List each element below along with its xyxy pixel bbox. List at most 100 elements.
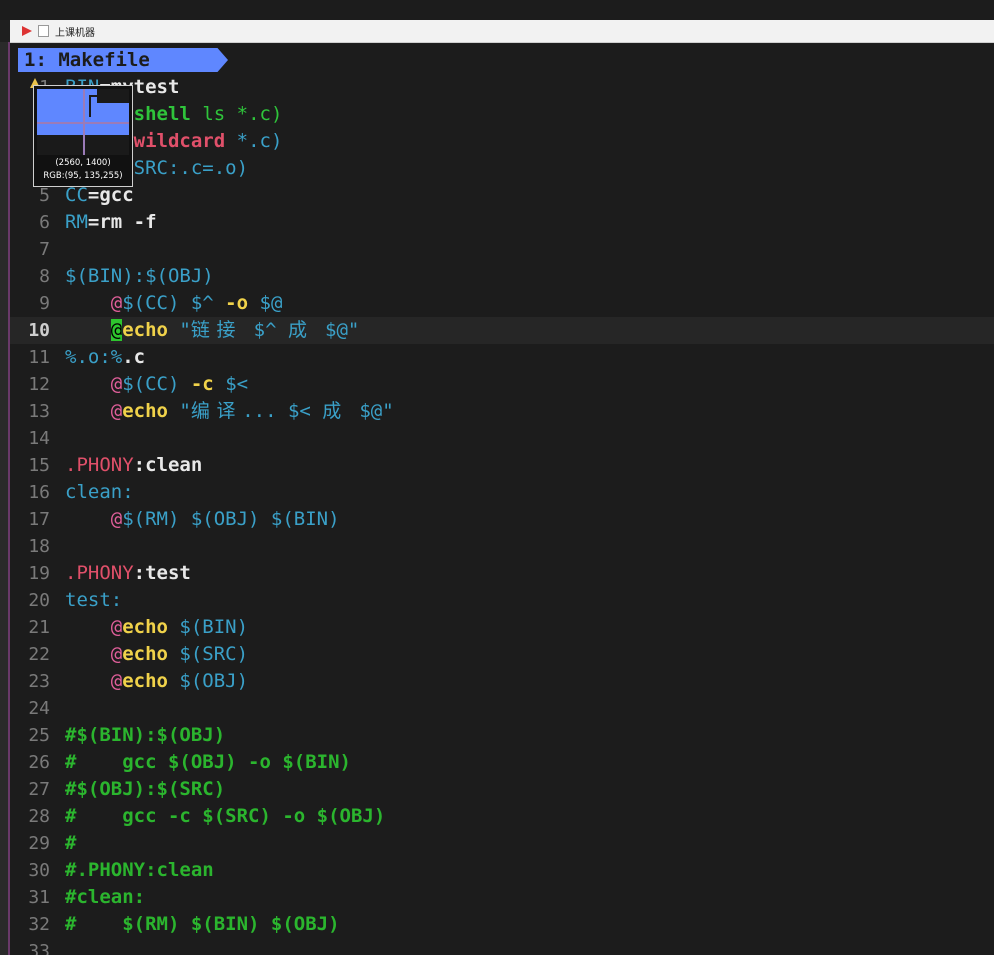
- code-token: :test: [133, 562, 191, 584]
- magnifier-zoom: [37, 89, 129, 155]
- line-text: test:: [65, 587, 122, 614]
- code-line[interactable]: 9 @$(CC) $^ -o $@: [10, 290, 994, 317]
- code-line[interactable]: 23 @echo $(OBJ): [10, 668, 994, 695]
- code-line[interactable]: 25 #$(BIN):$(OBJ): [10, 722, 994, 749]
- code-line[interactable]: 15 .PHONY:clean: [10, 452, 994, 479]
- code-line[interactable]: 5 CC=gcc: [10, 182, 994, 209]
- code-line[interactable]: 21 @echo $(BIN): [10, 614, 994, 641]
- line-number: 27: [28, 779, 50, 800]
- code-line[interactable]: 18: [10, 533, 994, 560]
- line-number: 28: [28, 806, 50, 827]
- app-icon: [22, 26, 32, 36]
- line-text: @$(CC) -c $<: [65, 371, 248, 398]
- code-line[interactable]: 19 .PHONY:test: [10, 560, 994, 587]
- code-token: RM: [65, 211, 88, 233]
- line-number: 23: [28, 671, 50, 692]
- code-token: @: [110, 508, 123, 530]
- window-titlebar: 上课机器: [10, 20, 994, 43]
- code-token: #$(BIN):$(OBJ): [65, 724, 226, 746]
- code-token: ": [167, 400, 191, 422]
- code-token: $@": [347, 400, 394, 422]
- line-text: @echo "编译... $< 成 $@": [65, 398, 394, 425]
- line-number: 21: [28, 617, 50, 638]
- line-number: 11: [28, 347, 50, 368]
- code-line[interactable]: 16 clean:: [10, 479, 994, 506]
- code-token: 成: [322, 400, 348, 422]
- code-line[interactable]: 4OBJ=$(SRC:.c=.o): [10, 155, 994, 182]
- code-line[interactable]: 28 # gcc -c $(SRC) -o $(OBJ): [10, 803, 994, 830]
- line-text: # gcc -c $(SRC) -o $(OBJ): [65, 803, 385, 830]
- code-token: wildcard: [133, 130, 226, 152]
- line-text: $(BIN):$(OBJ): [65, 263, 214, 290]
- code-line[interactable]: 8 $(BIN):$(OBJ): [10, 263, 994, 290]
- code-token: %.o:%: [65, 346, 123, 368]
- code-line[interactable]: 14: [10, 425, 994, 452]
- code-area[interactable]: 1BIN=mytest2SRC=$(shell ls *.c)3SRC=$(wi…: [10, 74, 994, 955]
- code-token: $(SRC): [167, 643, 249, 665]
- picker-coords: (2560, 1400): [55, 158, 111, 168]
- line-number: 32: [28, 914, 50, 935]
- line-text: RM=rm -f: [65, 209, 157, 236]
- code-line[interactable]: 27 #$(OBJ):$(SRC): [10, 776, 994, 803]
- line-number: 25: [28, 725, 50, 746]
- code-token: echo: [122, 643, 168, 665]
- code-token: @: [110, 400, 123, 422]
- code-token: .PHONY: [65, 562, 134, 584]
- code-token: $(CC): [122, 373, 191, 395]
- code-token: $(BIN): [167, 616, 249, 638]
- line-text: @echo $(BIN): [65, 614, 248, 641]
- code-line[interactable]: 6 RM=rm -f: [10, 209, 994, 236]
- code-token: @: [110, 292, 123, 314]
- line-text: @echo $(SRC): [65, 641, 248, 668]
- code-line[interactable]: 12 @$(CC) -c $<: [10, 371, 994, 398]
- code-line[interactable]: 7: [10, 236, 994, 263]
- code-line[interactable]: 22 @echo $(SRC): [10, 641, 994, 668]
- code-line[interactable]: 24: [10, 695, 994, 722]
- line-number: 30: [28, 860, 50, 881]
- code-line[interactable]: 2SRC=$(shell ls *.c): [10, 101, 994, 128]
- code-token: 链接: [190, 319, 243, 341]
- line-text: # gcc $(OBJ) -o $(BIN): [65, 749, 351, 776]
- line-number: 14: [28, 428, 50, 449]
- code-line[interactable]: 1BIN=mytest: [10, 74, 994, 101]
- code-line[interactable]: 26 # gcc $(OBJ) -o $(BIN): [10, 749, 994, 776]
- line-number: 17: [28, 509, 50, 530]
- code-token: shell: [133, 103, 191, 125]
- window-title: 上课机器: [55, 27, 95, 39]
- vim-editor[interactable]: 1: Makefile 1BIN=mytest2SRC=$(shell ls *…: [10, 44, 994, 955]
- code-token: $@: [248, 292, 283, 314]
- code-line[interactable]: 3SRC=$(wildcard *.c): [10, 128, 994, 155]
- code-line[interactable]: 13 @echo "编译... $< 成 $@": [10, 398, 994, 425]
- code-line[interactable]: 33: [10, 938, 994, 955]
- line-text: @$(RM) $(OBJ) $(BIN): [65, 506, 340, 533]
- code-line[interactable]: 11 %.o:%.c: [10, 344, 994, 371]
- code-line[interactable]: 29 #: [10, 830, 994, 857]
- code-token: echo: [122, 319, 168, 341]
- code-token: @: [110, 670, 123, 692]
- code-line[interactable]: 17 @$(RM) $(OBJ) $(BIN): [10, 506, 994, 533]
- code-token: 成: [287, 319, 314, 341]
- code-token: -c: [190, 373, 214, 395]
- code-token: @: [110, 643, 123, 665]
- line-text: clean:: [65, 479, 134, 506]
- buffer-tab-makefile[interactable]: 1: Makefile: [18, 48, 228, 72]
- code-line[interactable]: 10 @echo "链接 $^ 成 $@": [10, 317, 994, 344]
- code-line[interactable]: 32 # $(RM) $(BIN) $(OBJ): [10, 911, 994, 938]
- code-token: ... $<: [242, 400, 323, 422]
- code-line[interactable]: 20 test:: [10, 587, 994, 614]
- code-token: :clean: [133, 454, 203, 476]
- line-number: 10: [28, 320, 50, 341]
- line-text: @echo "链接 $^ 成 $@": [65, 317, 359, 344]
- code-token: $(RM) $(OBJ) $(BIN): [122, 508, 340, 530]
- document-icon: [38, 25, 49, 37]
- code-token: ": [167, 319, 191, 341]
- code-line[interactable]: 30 #.PHONY:clean: [10, 857, 994, 884]
- line-number: 18: [28, 536, 50, 557]
- code-token: #: [65, 832, 77, 854]
- code-token: =rm -f: [87, 211, 157, 233]
- code-line[interactable]: 31 #clean:: [10, 884, 994, 911]
